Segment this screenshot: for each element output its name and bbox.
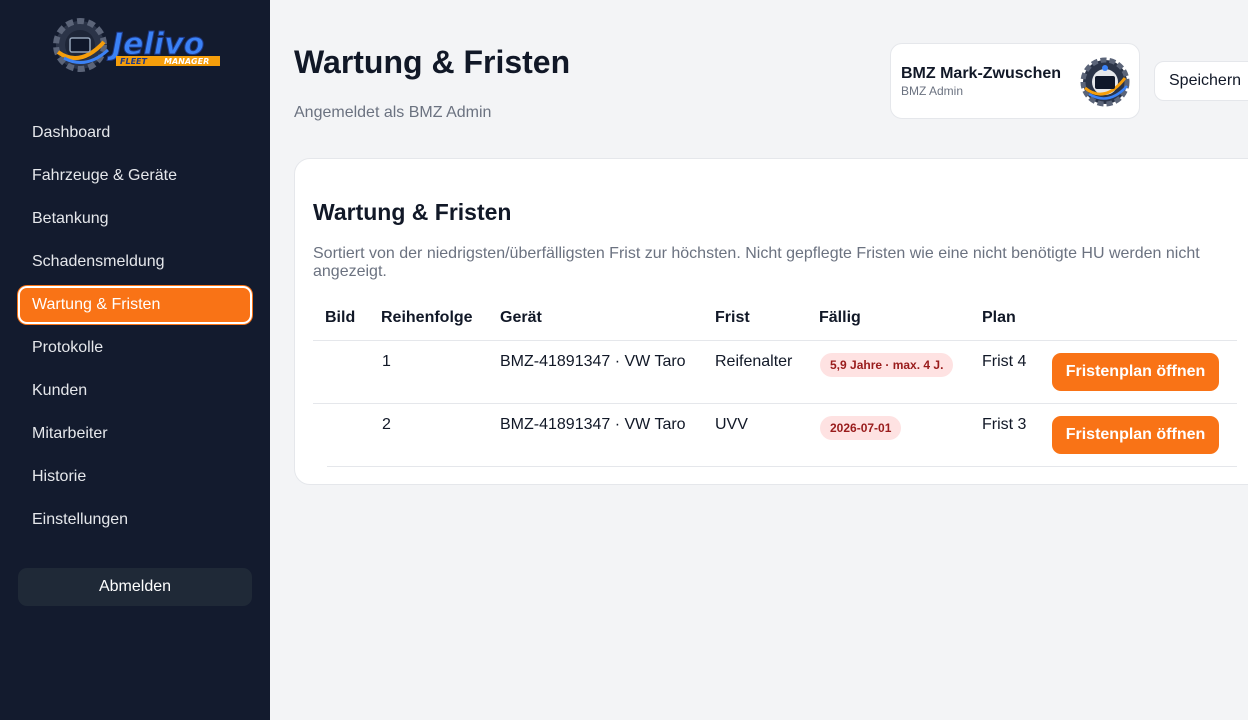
gear-truck-logo-icon: Jelivo FLEET MANAGER	[53, 18, 220, 72]
row-plan: Frist 3	[982, 416, 1027, 433]
user-role: BMZ Admin	[901, 84, 964, 98]
sidebar-item-einstellungen[interactable]: Einstellungen	[18, 501, 252, 539]
table-header: Bild Reihenfolge Gerät Frist Fällig Plan	[313, 299, 1237, 341]
company-logo-icon	[1080, 57, 1130, 107]
user-name: BMZ Mark-Zwuschen	[901, 65, 1062, 82]
sidebar-item-protokolle[interactable]: Protokolle	[18, 329, 252, 367]
card-description: Sortiert von der niedrigsten/überfälligs…	[313, 245, 1200, 280]
row-order: 1	[382, 353, 391, 370]
page-title: Wartung & Fristen	[294, 44, 571, 80]
logged-in-subtitle: Angemeldet als BMZ Admin	[294, 104, 492, 121]
column-plan: Plan	[982, 309, 1016, 326]
column-faellig: Fällig	[819, 309, 861, 326]
sidebar-item-schadensmeldung[interactable]: Schadensmeldung	[18, 243, 252, 281]
save-button[interactable]: Speichern	[1154, 61, 1248, 101]
due-badge: 2026-07-01	[820, 416, 902, 440]
column-frist: Frist	[715, 309, 750, 326]
row-device: BMZ-41891347 · VW Taro	[500, 416, 686, 433]
due-badge: 5,9 Jahre · max. 4 J.	[820, 353, 954, 377]
card-title: Wartung & Fristen	[313, 199, 512, 225]
row-plan: Frist 4	[982, 353, 1027, 370]
logout-button[interactable]: Abmelden	[18, 568, 252, 606]
sidebar-item-kunden[interactable]: Kunden	[18, 372, 252, 410]
table-row: 2 BMZ-41891347 · VW Taro UVV 2026-07-01 …	[327, 404, 1237, 467]
user-card[interactable]: BMZ Mark-Zwuschen BMZ Admin	[890, 43, 1140, 119]
column-bild: Bild	[325, 309, 356, 326]
open-deadline-plan-button[interactable]: Fristenplan öffnen	[1052, 353, 1219, 391]
sidebar-item-wartung[interactable]: Wartung & Fristen	[18, 286, 252, 324]
row-order: 2	[382, 416, 391, 433]
sidebar-item-historie[interactable]: Historie	[18, 458, 252, 496]
table-row: 1 BMZ-41891347 · VW Taro Reifenalter 5,9…	[313, 341, 1237, 404]
sidebar-item-mitarbeiter[interactable]: Mitarbeiter	[18, 415, 252, 453]
svg-text:MANAGER: MANAGER	[164, 57, 209, 66]
sidebar-item-fahrzeuge[interactable]: Fahrzeuge & Geräte	[18, 157, 252, 195]
sidebar-item-betankung[interactable]: Betankung	[18, 200, 252, 238]
column-geraet: Gerät	[500, 309, 542, 326]
row-device: BMZ-41891347 · VW Taro	[500, 353, 686, 370]
deadlines-card: Wartung & Fristen Sortiert von der niedr…	[294, 158, 1248, 485]
app-logo[interactable]: Jelivo FLEET MANAGER	[50, 14, 222, 76]
avatar	[1079, 56, 1131, 108]
column-reihenfolge: Reihenfolge	[381, 309, 473, 326]
sidebar: Jelivo FLEET MANAGER Dashboard Fahrzeuge…	[0, 0, 270, 720]
sidebar-nav: Dashboard Fahrzeuge & Geräte Betankung S…	[18, 114, 252, 544]
row-frist: UVV	[715, 416, 748, 433]
svg-text:FLEET: FLEET	[120, 57, 147, 66]
row-frist: Reifenalter	[715, 353, 793, 370]
sidebar-item-dashboard[interactable]: Dashboard	[18, 114, 252, 152]
open-deadline-plan-button[interactable]: Fristenplan öffnen	[1052, 416, 1219, 454]
